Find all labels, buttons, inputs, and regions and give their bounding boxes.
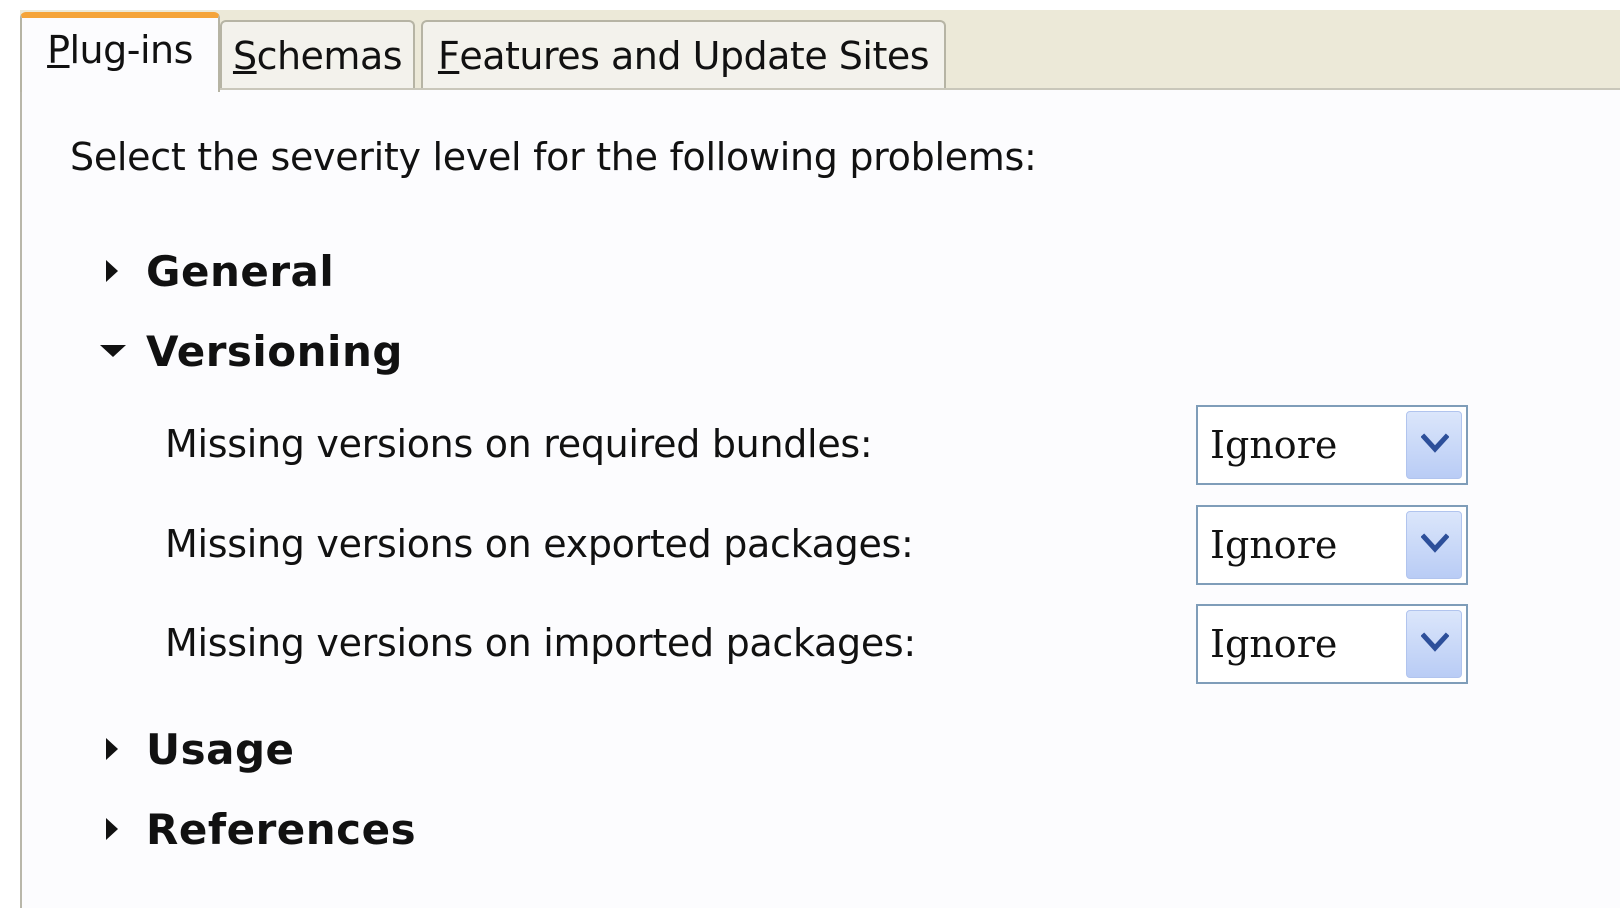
tab-content-panel xyxy=(20,88,1620,908)
select-value: Ignore xyxy=(1210,523,1338,567)
select-value: Ignore xyxy=(1210,622,1338,666)
dropdown-button[interactable] xyxy=(1406,411,1462,479)
triangle-right-icon xyxy=(98,812,132,846)
section-title: Versioning xyxy=(146,326,403,376)
section-versioning[interactable]: Versioning xyxy=(98,321,403,381)
preferences-page: Plug-ins Schemas Features and Update Sit… xyxy=(0,0,1620,908)
chevron-down-icon xyxy=(1421,533,1449,553)
tab-schemas[interactable]: Schemas xyxy=(220,20,415,90)
label-missing-versions-imported-packages: Missing versions on imported packages: xyxy=(165,621,916,665)
tab-plug-ins[interactable]: Plug-ins xyxy=(20,12,220,92)
severity-select-required-bundles[interactable]: Ignore xyxy=(1196,405,1468,485)
intro-text: Select the severity level for the follow… xyxy=(70,135,1037,179)
section-title: General xyxy=(146,246,335,296)
tab-mnemonic: P xyxy=(47,28,70,72)
section-references[interactable]: References xyxy=(98,799,416,859)
tab-mnemonic: F xyxy=(437,34,460,78)
tab-label: lug-ins xyxy=(69,28,194,72)
tab-label: eatures and Update Sites xyxy=(459,34,930,78)
chevron-down-icon xyxy=(1421,433,1449,453)
section-title: Usage xyxy=(146,724,295,774)
tab-mnemonic: S xyxy=(232,34,257,78)
select-value: Ignore xyxy=(1210,423,1338,467)
dropdown-button[interactable] xyxy=(1406,511,1462,579)
label-missing-versions-required-bundles: Missing versions on required bundles: xyxy=(165,422,873,466)
triangle-right-icon xyxy=(98,732,132,766)
triangle-right-icon xyxy=(98,254,132,288)
chevron-down-icon xyxy=(1421,632,1449,652)
tab-features-and-update-sites[interactable]: Features and Update Sites xyxy=(421,20,946,90)
triangle-down-icon xyxy=(98,334,132,368)
dropdown-button[interactable] xyxy=(1406,610,1462,678)
severity-select-imported-packages[interactable]: Ignore xyxy=(1196,604,1468,684)
section-general[interactable]: General xyxy=(98,241,334,301)
section-usage[interactable]: Usage xyxy=(98,719,295,779)
tab-label: chemas xyxy=(256,34,403,78)
section-title: References xyxy=(146,804,417,854)
severity-select-exported-packages[interactable]: Ignore xyxy=(1196,505,1468,585)
label-missing-versions-exported-packages: Missing versions on exported packages: xyxy=(165,522,914,566)
